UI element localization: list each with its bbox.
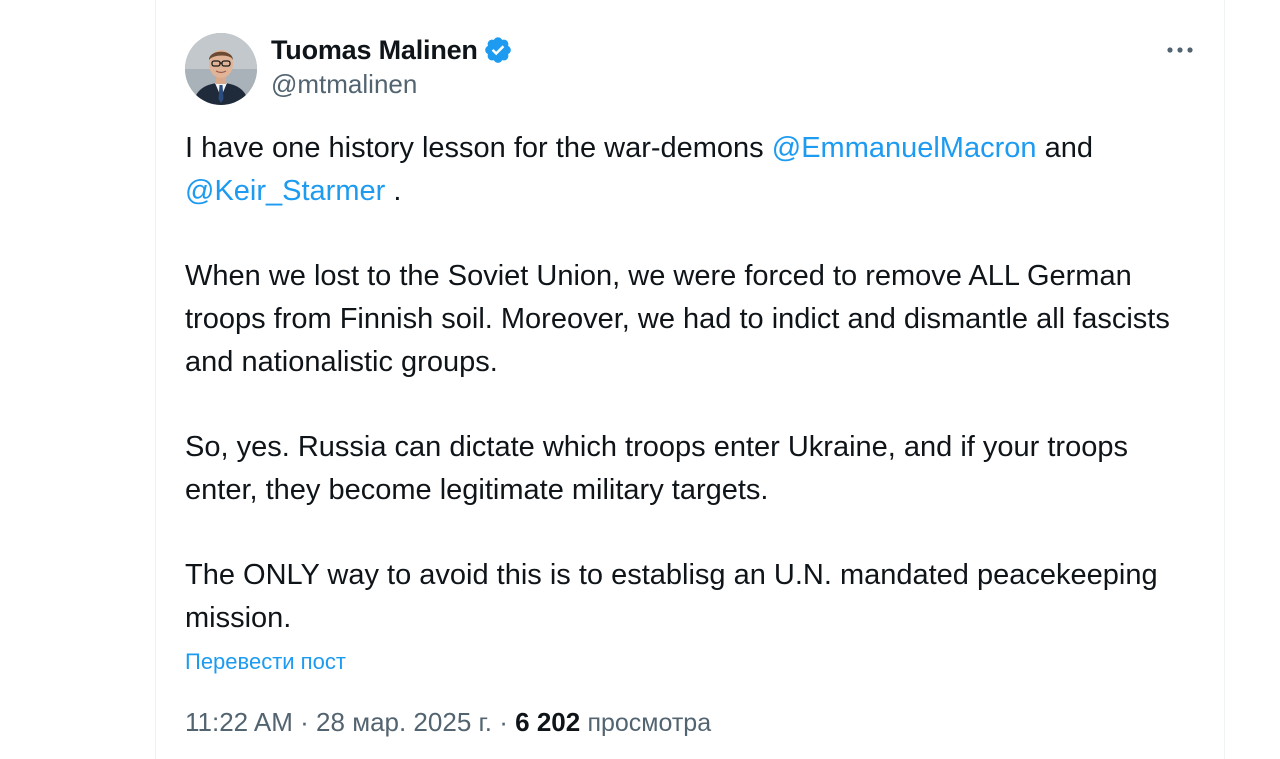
author-handle[interactable]: @mtmalinen (271, 69, 417, 100)
tweet-card: Tuomas Malinen @mtmalinen I have one his… (155, 0, 1225, 759)
tweet-paragraph: I have one history lesson for the war-de… (185, 127, 1185, 213)
tweet-meta: 11:22 AM · 28 мар. 2025 г. · 6 202 просм… (185, 707, 711, 738)
tweet-paragraph: The ONLY way to avoid this is to establi… (185, 554, 1185, 640)
tweet-text-segment: The ONLY way to avoid this is to establi… (185, 559, 1158, 634)
meta-separator: · (492, 707, 516, 737)
tweet-text-segment: and (1036, 132, 1093, 164)
avatar[interactable] (185, 33, 257, 105)
tweet-text-segment: . (385, 175, 402, 207)
mention-link[interactable]: @EmmanuelMacron (772, 132, 1037, 164)
tweet-paragraph: When we lost to the Soviet Union, we wer… (185, 255, 1185, 384)
tweet-paragraph: So, yes. Russia can dictate which troops… (185, 426, 1185, 512)
more-horizontal-icon (1167, 47, 1193, 53)
meta-separator: · (292, 707, 317, 737)
translate-post-link[interactable]: Перевести пост (185, 649, 346, 675)
tweet-date[interactable]: 28 мар. 2025 г. (316, 707, 492, 737)
tweet-text-segment: When we lost to the Soviet Union, we wer… (185, 260, 1170, 378)
verified-badge-icon[interactable] (483, 35, 513, 65)
tweet-text-segment: I have one history lesson for the war-de… (185, 132, 772, 164)
tweet-text-segment: So, yes. Russia can dictate which troops… (185, 431, 1128, 506)
tweet-time[interactable]: 11:22 AM (185, 707, 293, 737)
views-count: 6 202 (515, 707, 581, 737)
more-options-button[interactable] (1162, 35, 1198, 65)
mention-link[interactable]: @Keir_Starmer (185, 175, 385, 207)
tweet-text: I have one history lesson for the war-de… (185, 127, 1185, 640)
views-label: просмотра (587, 709, 712, 737)
author-name-row: Tuomas Malinen (271, 33, 513, 67)
avatar-image (185, 33, 257, 105)
author-display-name[interactable]: Tuomas Malinen (271, 35, 478, 66)
